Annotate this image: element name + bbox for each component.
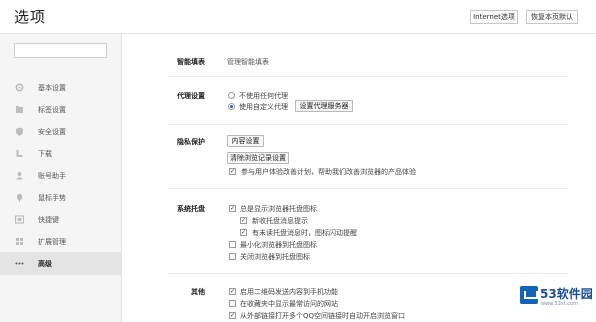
show-tray-icon-label: 总是显示浏览器托盘图标	[240, 205, 317, 213]
watermark-url: www.53xt.com	[541, 301, 578, 307]
shield-icon	[15, 127, 24, 136]
sidebar-item-label: 下载	[38, 149, 52, 158]
sidebar-item-label: 基本设置	[38, 83, 66, 92]
mouse-icon	[15, 193, 24, 202]
tray-message-tip-checkbox[interactable]: ✓	[240, 217, 247, 224]
sidebar-item-download[interactable]: 下载	[0, 142, 121, 165]
watermark-text: 53软件园	[540, 287, 593, 301]
no-proxy-radio[interactable]	[228, 92, 235, 99]
show-tray-icon-checkbox[interactable]: ✓	[229, 205, 236, 212]
clear-history-settings-button[interactable]: 清除浏览记录设置	[227, 152, 289, 164]
smart-fill-label: 智能填表	[177, 58, 205, 66]
sidebar-item-label: 扩展管理	[38, 237, 66, 246]
section-divider	[168, 76, 568, 77]
custom-proxy-radio[interactable]	[228, 103, 235, 110]
settings-icon	[15, 83, 24, 92]
qrcode-send-checkbox[interactable]: ✓	[229, 288, 236, 295]
sidebar-item-extension[interactable]: 扩展管理	[0, 230, 121, 253]
tray-flash-label: 有未读托盘消息时，图标闪动提醒	[252, 229, 357, 237]
sidebar-item-label: 标签设置	[38, 105, 66, 114]
section-divider	[168, 124, 568, 125]
account-icon	[15, 171, 24, 180]
sidebar-item-mouse[interactable]: 鼠标手势	[0, 186, 121, 209]
reset-defaults-button[interactable]: 恢复本页默认	[526, 10, 578, 24]
content-settings-button[interactable]: 内容设置	[227, 135, 264, 147]
more-icon	[15, 259, 24, 268]
sidebar-item-tabs[interactable]: 标签设置	[0, 98, 121, 121]
close-to-tray-label: 关闭浏览器到托盘图标	[240, 253, 310, 261]
frequent-sites-checkbox[interactable]	[229, 300, 236, 307]
other-label: 其他	[191, 288, 205, 296]
sidebar-item-label: 安全设置	[38, 127, 66, 136]
frequent-sites-label: 在收藏夹中显示最常访问的网站	[240, 300, 338, 308]
tray-message-tip-label: 新收托盘消息提示	[252, 217, 308, 225]
improve-plan-checkbox[interactable]: ✓	[229, 168, 236, 175]
manage-smart-fill-link[interactable]: 管理智能填表	[227, 57, 269, 67]
sidebar-item-label: 快捷键	[38, 215, 59, 224]
page-title: 选项	[14, 8, 47, 26]
proxy-label: 代理设置	[177, 92, 205, 100]
watermark-logo-icon	[520, 286, 538, 304]
sidebar-item-label: 鼠标手势	[38, 193, 66, 202]
extension-icon	[15, 237, 24, 246]
sidebar-item-shortcut[interactable]: 快捷键	[0, 208, 121, 231]
custom-proxy-label: 使用自定义代理	[239, 103, 288, 111]
tabs-icon	[15, 105, 24, 114]
internet-options-button[interactable]: Internet选项	[470, 10, 518, 24]
sidebar-item-label: 高级	[38, 259, 52, 268]
sidebar-item-advanced[interactable]: 高级	[0, 252, 121, 275]
sidebar-item-security[interactable]: 安全设置	[0, 120, 121, 143]
sidebar: 基本设置 标签设置 安全设置 下载 账号助手 鼠标手势 快捷键 扩展管理 高级	[0, 34, 122, 322]
sidebar-item-label: 账号助手	[38, 171, 66, 180]
section-divider	[168, 188, 568, 189]
proxy-settings-button[interactable]: 设置代理服务器	[295, 100, 353, 112]
improve-plan-label: 参与用户体验改善计划，帮助我们改善浏览器的产品体验	[241, 168, 416, 176]
no-proxy-label: 不使用任何代理	[239, 92, 288, 100]
close-to-tray-checkbox[interactable]	[229, 253, 236, 260]
qrcode-send-label: 启用二维码发送内容到手机功能	[240, 288, 338, 296]
section-divider	[168, 273, 568, 274]
qzone-links-label: 从外部链接打开多个QQ空间链接时自动开启浏览窗口	[240, 312, 406, 320]
qzone-links-checkbox[interactable]: ✓	[229, 312, 236, 319]
tray-label: 系统托盘	[177, 205, 205, 213]
download-icon	[15, 149, 24, 158]
privacy-label: 隐私保护	[177, 138, 205, 146]
sidebar-item-basic[interactable]: 基本设置	[0, 76, 121, 99]
keyboard-icon	[15, 215, 24, 224]
sidebar-search-input[interactable]	[14, 43, 107, 58]
minimize-to-tray-label: 最小化浏览器到托盘图标	[240, 241, 317, 249]
tray-flash-checkbox[interactable]: ✓	[240, 229, 247, 236]
minimize-to-tray-checkbox[interactable]	[229, 241, 236, 248]
sidebar-item-account[interactable]: 账号助手	[0, 164, 121, 187]
